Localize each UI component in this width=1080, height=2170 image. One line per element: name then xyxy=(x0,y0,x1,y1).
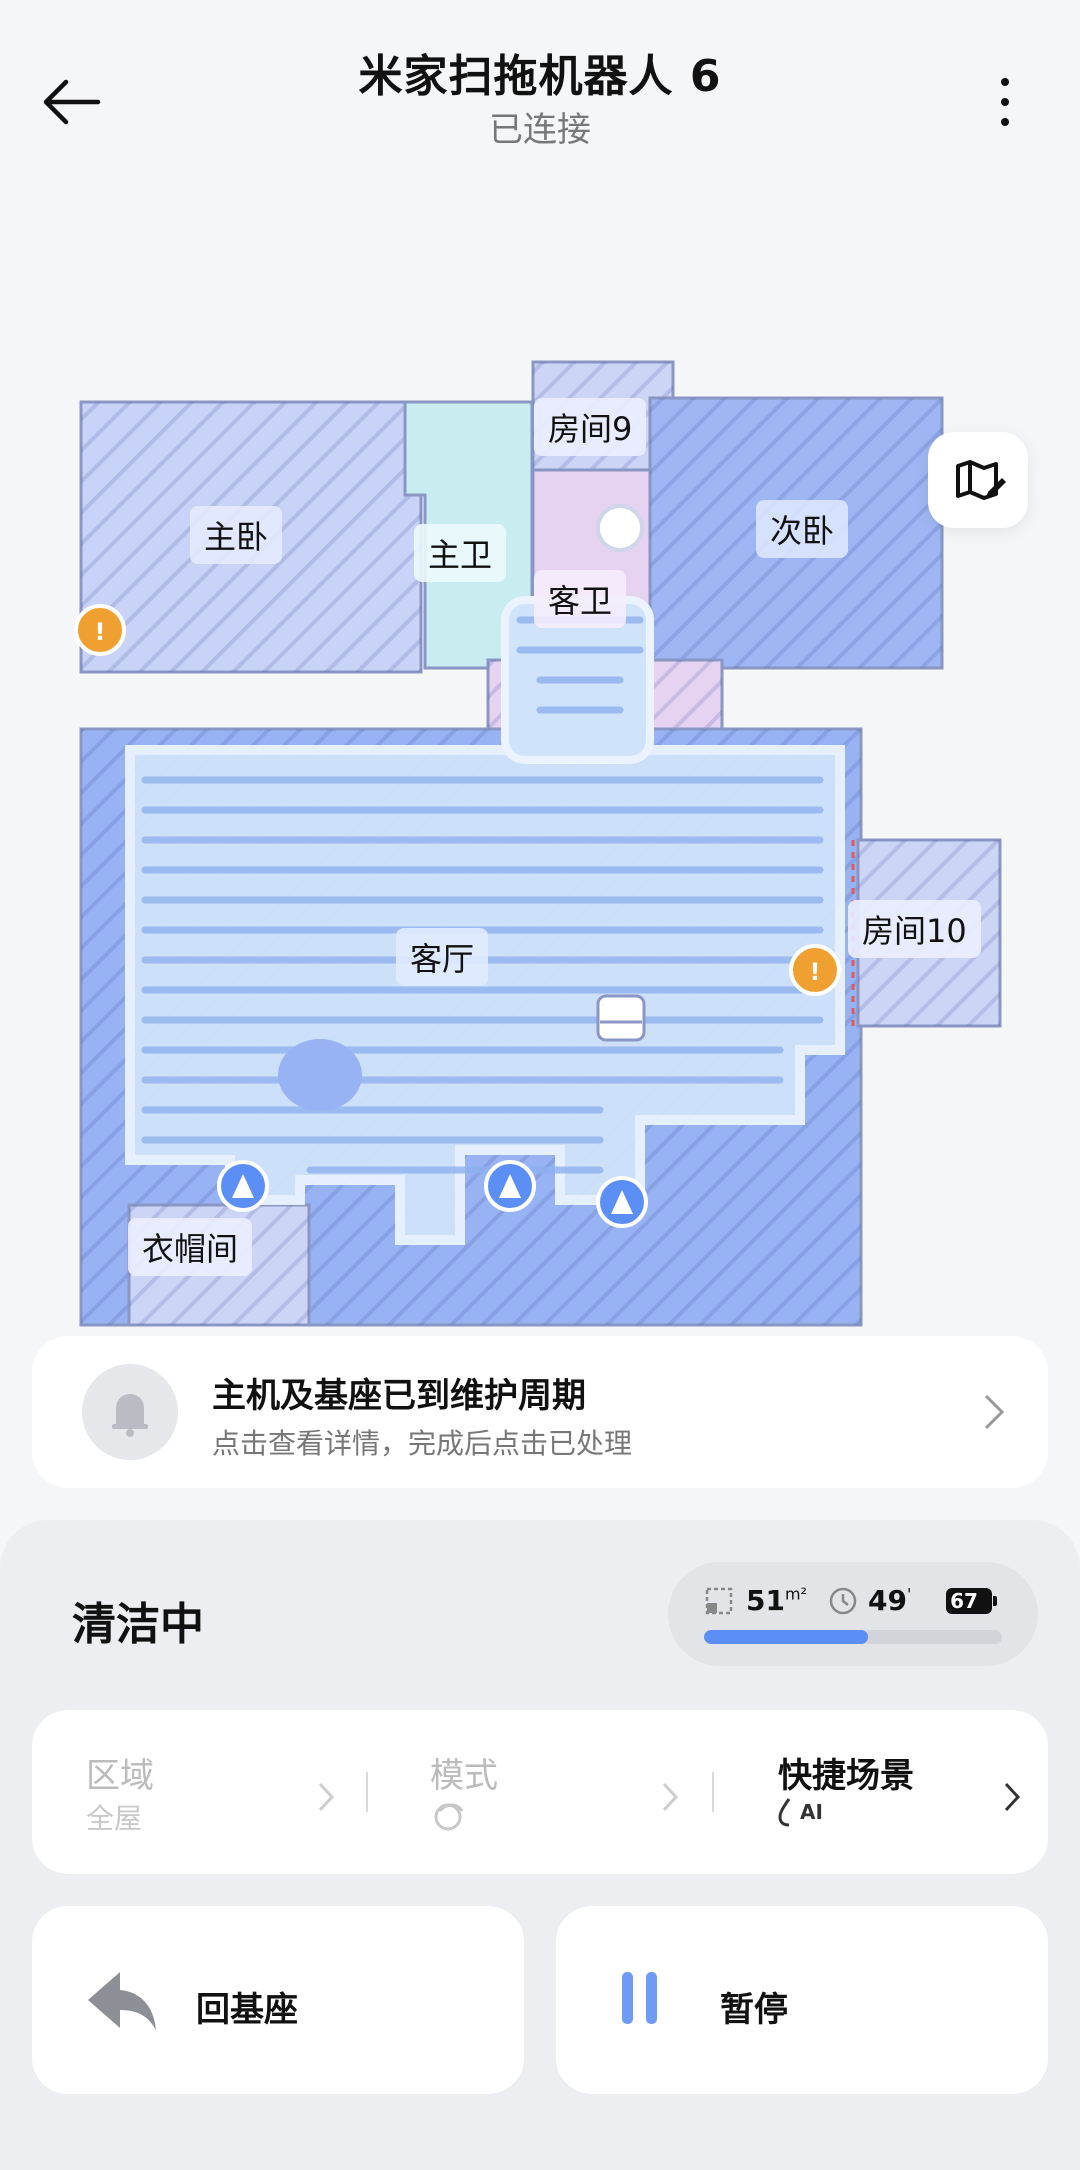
chevron-right-icon xyxy=(1004,1782,1021,1812)
option-quick-scene[interactable]: 快捷场景 AI xyxy=(778,1748,914,1827)
dock-icon xyxy=(596,994,646,1042)
option-area-label: 区域 xyxy=(86,1756,154,1796)
pause-button[interactable]: 暂停 xyxy=(556,1906,1048,2094)
return-to-dock-button[interactable]: 回基座 xyxy=(32,1906,524,2094)
area-value: 51 xyxy=(746,1584,785,1617)
battery-value: 67 xyxy=(950,1589,978,1613)
cleaning-status: 清洁中 xyxy=(72,1599,204,1650)
svg-text:!: ! xyxy=(810,958,821,986)
maintenance-notice[interactable]: 主机及基座已到维护周期 点击查看详情，完成后点击已处理 xyxy=(32,1336,1048,1488)
area-icon xyxy=(705,1587,733,1615)
chevron-right-icon xyxy=(662,1782,679,1812)
cleaning-stats: 51m² 49' 67 xyxy=(668,1562,1038,1666)
return-to-dock-label: 回基座 xyxy=(196,1990,298,2030)
room-label-second-bedroom[interactable]: 次卧 xyxy=(756,500,849,558)
chevron-right-icon xyxy=(984,1394,1005,1430)
notice-title: 主机及基座已到维护周期 xyxy=(212,1376,586,1416)
map-edit-button[interactable] xyxy=(928,432,1028,528)
time-unit: ' xyxy=(906,1584,912,1604)
ai-scene-icon: AI xyxy=(778,1797,914,1827)
cleaning-options: 区域 全屋 模式 快捷场景 AI xyxy=(32,1710,1048,1874)
device-title: 米家扫拖机器人 6 xyxy=(358,51,722,102)
warning-marker-room10[interactable]: ! xyxy=(789,944,841,996)
divider xyxy=(712,1772,714,1812)
option-mode[interactable]: 模式 xyxy=(430,1748,498,1837)
carpet-marker-icon[interactable] xyxy=(217,1160,269,1212)
carpet-marker-icon[interactable] xyxy=(596,1176,648,1228)
option-mode-label: 模式 xyxy=(430,1756,498,1796)
divider xyxy=(366,1772,368,1812)
chevron-right-icon xyxy=(318,1782,335,1812)
bell-icon xyxy=(82,1364,178,1460)
more-options-icon[interactable] xyxy=(985,74,1025,134)
progress-fill xyxy=(704,1630,868,1644)
notice-subtitle: 点击查看详情，完成后点击已处理 xyxy=(212,1427,633,1460)
room-label-room10[interactable]: 房间10 xyxy=(848,900,981,958)
return-arrow-icon xyxy=(88,1972,156,2030)
time-value: 49 xyxy=(868,1584,907,1617)
mode-icon xyxy=(434,1803,464,1831)
svg-text:!: ! xyxy=(95,618,106,646)
clock-icon xyxy=(829,1587,857,1615)
connection-status: 已连接 xyxy=(489,110,591,150)
option-area-value: 全屋 xyxy=(86,1802,143,1835)
room-label-guest-bath[interactable]: 客卫 xyxy=(534,570,627,628)
robot-icon xyxy=(596,504,644,552)
pause-label: 暂停 xyxy=(720,1990,788,2030)
room-label-master-bath[interactable]: 主卫 xyxy=(414,524,507,582)
cleaning-progress-bar xyxy=(704,1630,1002,1644)
battery-icon: 67 xyxy=(946,1588,997,1614)
cleaning-map[interactable]: ! ! xyxy=(0,340,1080,1340)
room-label-living-room[interactable]: 客厅 xyxy=(396,928,489,986)
option-quick-scene-value: AI xyxy=(800,1800,823,1824)
room-label-room9[interactable]: 房间9 xyxy=(534,398,647,456)
area-unit: m² xyxy=(784,1584,807,1604)
option-area[interactable]: 区域 全屋 xyxy=(86,1748,154,1837)
warning-marker-master-bedroom[interactable]: ! xyxy=(74,604,126,656)
option-quick-scene-label: 快捷场景 xyxy=(778,1756,914,1796)
map-edit-icon xyxy=(956,460,1006,500)
room-label-cloakroom[interactable]: 衣帽间 xyxy=(128,1218,253,1276)
pause-icon xyxy=(622,1972,657,2024)
carpet-marker-icon[interactable] xyxy=(484,1160,536,1212)
room-label-master-bedroom[interactable]: 主卧 xyxy=(190,506,283,564)
